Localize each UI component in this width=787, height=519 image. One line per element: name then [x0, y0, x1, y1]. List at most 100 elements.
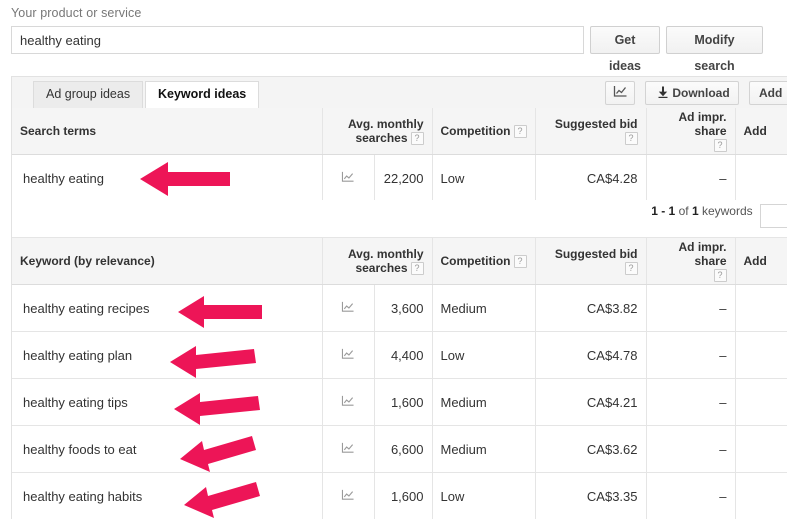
th-avg-line2-2: searches — [355, 261, 408, 275]
help-icon-suggested-bid-2[interactable]: ? — [624, 262, 638, 276]
cell-trend-icon[interactable] — [322, 284, 375, 333]
search-area: Your product or service Get ideas Modify… — [0, 0, 787, 73]
table-row[interactable]: healthy eating 22,200 Low CA$4.28 – — [12, 154, 787, 203]
pagination-range: 1 - 1 — [651, 204, 676, 219]
th-search-terms[interactable]: Search terms — [12, 108, 323, 156]
pagination-bar: 1 - 1 of 1 keywords ▼ — [12, 200, 787, 228]
pagination-of: of — [678, 204, 689, 219]
cell-avg-monthly-searches: 1,600 — [374, 472, 433, 519]
table-row[interactable]: healthy eating recipes 3,600 Medium CA$3… — [12, 284, 787, 333]
tab-ad-group-ideas[interactable]: Ad group ideas — [33, 81, 144, 108]
cell-suggested-bid: CA$4.78 — [535, 331, 647, 380]
cell-suggested-bid: CA$3.82 — [535, 284, 647, 333]
th-ad-impr-share-2[interactable]: Ad impr. share ? — [646, 237, 736, 286]
th-ad-impr-share-label: Ad impr. share — [678, 110, 727, 138]
cell-competition: Low — [432, 472, 536, 519]
get-ideas-button[interactable]: Get ideas — [590, 26, 660, 73]
th-suggested-bid[interactable]: Suggested bid ? — [535, 108, 647, 156]
row-line-chart-icon[interactable] — [341, 442, 355, 457]
keyword-planner-page: Your product or service Get ideas Modify… — [0, 0, 787, 519]
cell-add[interactable] — [735, 378, 787, 427]
row-line-chart-icon[interactable] — [341, 395, 355, 410]
table-row[interactable]: healthy eating plan 4,400 Low CA$4.78 – — [12, 331, 787, 380]
pagination-next-box[interactable] — [760, 204, 787, 228]
cell-trend-icon[interactable] — [322, 425, 375, 474]
row-line-chart-icon[interactable] — [341, 171, 355, 186]
keyword-ideas-body: healthy eating recipes 3,600 Medium CA$3… — [12, 284, 787, 519]
download-icon — [658, 83, 668, 105]
help-icon-competition-2[interactable]: ? — [513, 255, 527, 269]
th-add[interactable]: Add — [735, 108, 787, 156]
row-line-chart-icon[interactable] — [341, 348, 355, 363]
tab-keyword-ideas[interactable]: Keyword ideas — [145, 81, 260, 109]
cell-competition: Medium — [432, 425, 536, 474]
chart-view-button[interactable] — [605, 81, 635, 105]
th-suggested-bid-2[interactable]: Suggested bid ? — [535, 237, 647, 286]
cell-competition: Medium — [432, 284, 536, 333]
help-icon-ad-impr-share-2[interactable]: ? — [713, 269, 727, 283]
cell-keyword[interactable]: healthy eating — [12, 154, 323, 203]
add-button[interactable]: Add — [749, 81, 787, 105]
line-chart-icon — [613, 83, 628, 105]
cell-competition: Low — [432, 331, 536, 380]
help-icon-avg-searches[interactable]: ? — [410, 132, 424, 146]
cell-trend-icon[interactable] — [322, 154, 375, 203]
results-panel: Ad group ideas Keyword ideas Download Ad… — [11, 76, 787, 519]
help-icon-ad-impr-share[interactable]: ? — [713, 139, 727, 153]
cell-avg-monthly-searches: 1,600 — [374, 378, 433, 427]
cell-keyword[interactable]: healthy eating tips — [12, 378, 323, 427]
search-terms-header-row: Search terms Avg. monthly searches? Comp… — [12, 108, 787, 156]
modify-search-button[interactable]: Modify search — [666, 26, 763, 73]
cell-ad-impr-share: – — [646, 378, 736, 427]
keyword-ideas-table: Keyword (by relevance) Avg. monthly sear… — [12, 237, 787, 519]
th-avg-monthly-searches-2[interactable]: Avg. monthly searches? — [322, 237, 433, 286]
cell-trend-icon[interactable] — [322, 472, 375, 519]
row-line-chart-icon[interactable] — [341, 301, 355, 316]
cell-keyword[interactable]: healthy eating habits — [12, 472, 323, 519]
pagination-summary: 1 - 1 of 1 keywords ▼ — [651, 204, 787, 228]
th-add-2[interactable]: Add — [735, 237, 787, 286]
th-ad-impr-share-label-2: Ad impr. share — [678, 240, 727, 268]
cell-avg-monthly-searches: 4,400 — [374, 331, 433, 380]
help-icon-avg-searches-2[interactable]: ? — [410, 262, 424, 276]
cell-keyword[interactable]: healthy eating plan — [12, 331, 323, 380]
help-icon-competition[interactable]: ? — [513, 125, 527, 139]
table-row[interactable]: healthy eating tips 1,600 Medium CA$4.21… — [12, 378, 787, 427]
cell-add[interactable] — [735, 154, 787, 203]
cell-competition: Low — [432, 154, 536, 203]
search-input[interactable] — [11, 26, 584, 54]
cell-competition: Medium — [432, 378, 536, 427]
cell-add[interactable] — [735, 331, 787, 380]
cell-suggested-bid: CA$3.35 — [535, 472, 647, 519]
cell-suggested-bid: CA$4.28 — [535, 154, 647, 203]
tab-strip: Ad group ideas Keyword ideas Download Ad… — [12, 77, 787, 109]
download-button[interactable]: Download — [645, 81, 739, 105]
cell-keyword[interactable]: healthy foods to eat — [12, 425, 323, 474]
cell-ad-impr-share: – — [646, 154, 736, 203]
cell-ad-impr-share: – — [646, 284, 736, 333]
table-row[interactable]: healthy foods to eat 6,600 Medium CA$3.6… — [12, 425, 787, 474]
th-avg-line1: Avg. monthly — [347, 117, 424, 131]
cell-ad-impr-share: – — [646, 472, 736, 519]
cell-suggested-bid: CA$3.62 — [535, 425, 647, 474]
cell-ad-impr-share: – — [646, 425, 736, 474]
table-row[interactable]: healthy eating habits 1,600 Low CA$3.35 … — [12, 472, 787, 519]
pagination-unit: keywords — [701, 204, 753, 219]
th-add-label: Add — [743, 124, 767, 139]
row-line-chart-icon[interactable] — [341, 489, 355, 504]
cell-avg-monthly-searches: 3,600 — [374, 284, 433, 333]
th-competition-2[interactable]: Competition? — [432, 237, 536, 286]
th-competition[interactable]: Competition? — [432, 108, 536, 156]
th-suggested-bid-label-2: Suggested bid — [554, 247, 638, 261]
cell-trend-icon[interactable] — [322, 378, 375, 427]
th-keyword-by-relevance[interactable]: Keyword (by relevance) — [12, 237, 323, 286]
cell-add[interactable] — [735, 425, 787, 474]
cell-trend-icon[interactable] — [322, 331, 375, 380]
help-icon-suggested-bid[interactable]: ? — [624, 132, 638, 146]
th-suggested-bid-label: Suggested bid — [554, 117, 638, 131]
cell-keyword[interactable]: healthy eating recipes — [12, 284, 323, 333]
cell-add[interactable] — [735, 472, 787, 519]
th-avg-monthly-searches[interactable]: Avg. monthly searches? — [322, 108, 433, 156]
cell-add[interactable] — [735, 284, 787, 333]
th-ad-impr-share[interactable]: Ad impr. share ? — [646, 108, 736, 156]
